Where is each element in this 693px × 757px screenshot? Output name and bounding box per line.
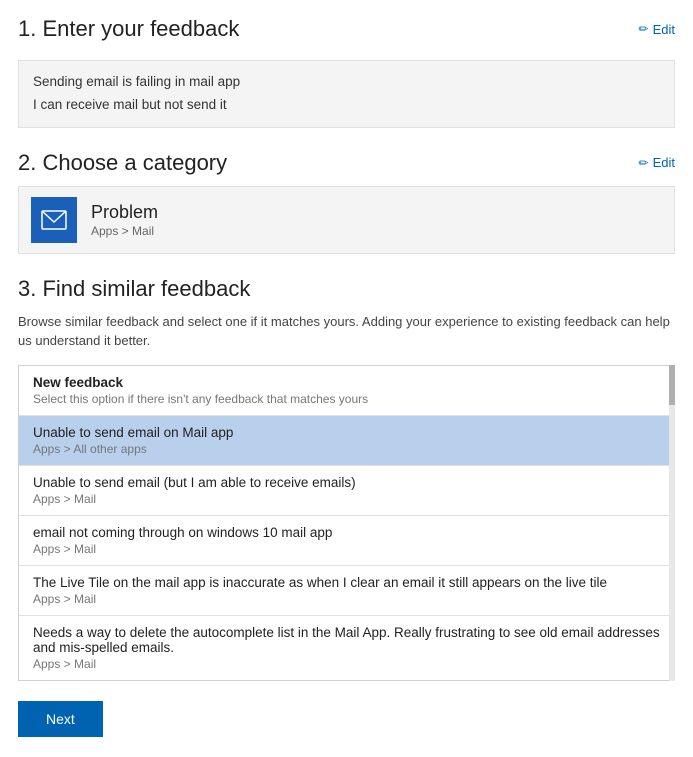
category-info: Problem Apps > Mail	[91, 202, 158, 238]
mail-icon	[41, 207, 67, 233]
feedback-item-sub: Apps > Mail	[33, 657, 660, 671]
step3-description: Browse similar feedback and select one i…	[18, 312, 675, 351]
scrollbar[interactable]	[669, 365, 675, 681]
feedback-list-item[interactable]: Unable to send email on Mail app Apps > A…	[19, 416, 674, 466]
feedback-list-item[interactable]: Unable to send email (but I am able to r…	[19, 466, 674, 516]
scrollbar-thumb[interactable]	[669, 365, 675, 405]
feedback-item-title: The Live Tile on the mail app is inaccur…	[33, 575, 660, 590]
category-icon-container	[31, 197, 77, 243]
feedback-list-wrapper: New feedback Select this option if there …	[18, 365, 675, 681]
feedback-list-item[interactable]: Needs a way to delete the autocomplete l…	[19, 616, 674, 680]
feedback-list-item[interactable]: New feedback Select this option if there …	[19, 366, 674, 416]
step1-title: 1. Enter your feedback	[18, 16, 239, 42]
edit-pencil-icon-2: ✏	[639, 156, 649, 170]
feedback-item-title: Needs a way to delete the autocomplete l…	[33, 625, 660, 655]
feedback-line-1: Sending email is failing in mail app	[33, 71, 660, 94]
step1-edit-label: Edit	[653, 22, 675, 37]
feedback-item-title: Unable to send email on Mail app	[33, 425, 660, 440]
step1-feedback-box: Sending email is failing in mail app I c…	[18, 60, 675, 128]
next-button[interactable]: Next	[18, 701, 103, 737]
feedback-list-item[interactable]: The Live Tile on the mail app is inaccur…	[19, 566, 674, 616]
step3-title: 3. Find similar feedback	[18, 276, 675, 302]
feedback-item-title: New feedback	[33, 375, 660, 390]
step1-header: 1. Enter your feedback ✏ Edit	[18, 16, 675, 42]
feedback-item-title: email not coming through on windows 10 m…	[33, 525, 660, 540]
step2-title: 2. Choose a category	[18, 150, 227, 176]
category-path: Apps > Mail	[91, 224, 158, 238]
feedback-item-title: Unable to send email (but I am able to r…	[33, 475, 660, 490]
feedback-item-sub: Apps > All other apps	[33, 442, 660, 456]
step1-edit-link[interactable]: ✏ Edit	[639, 22, 675, 37]
feedback-item-sub: Apps > Mail	[33, 592, 660, 606]
feedback-item-sub: Select this option if there isn't any fe…	[33, 392, 660, 406]
feedback-item-sub: Apps > Mail	[33, 542, 660, 556]
feedback-item-sub: Apps > Mail	[33, 492, 660, 506]
feedback-list-item[interactable]: email not coming through on windows 10 m…	[19, 516, 674, 566]
feedback-line-2: I can receive mail but not send it	[33, 94, 660, 117]
step3-header: 3. Find similar feedback Browse similar …	[18, 276, 675, 351]
step2-category-box: Problem Apps > Mail	[18, 186, 675, 254]
step2-edit-label: Edit	[653, 155, 675, 170]
feedback-list: New feedback Select this option if there …	[18, 365, 675, 681]
step2-header: 2. Choose a category ✏ Edit	[18, 150, 675, 176]
category-type: Problem	[91, 202, 158, 223]
step2-edit-link[interactable]: ✏ Edit	[639, 155, 675, 170]
edit-pencil-icon: ✏	[639, 22, 649, 36]
